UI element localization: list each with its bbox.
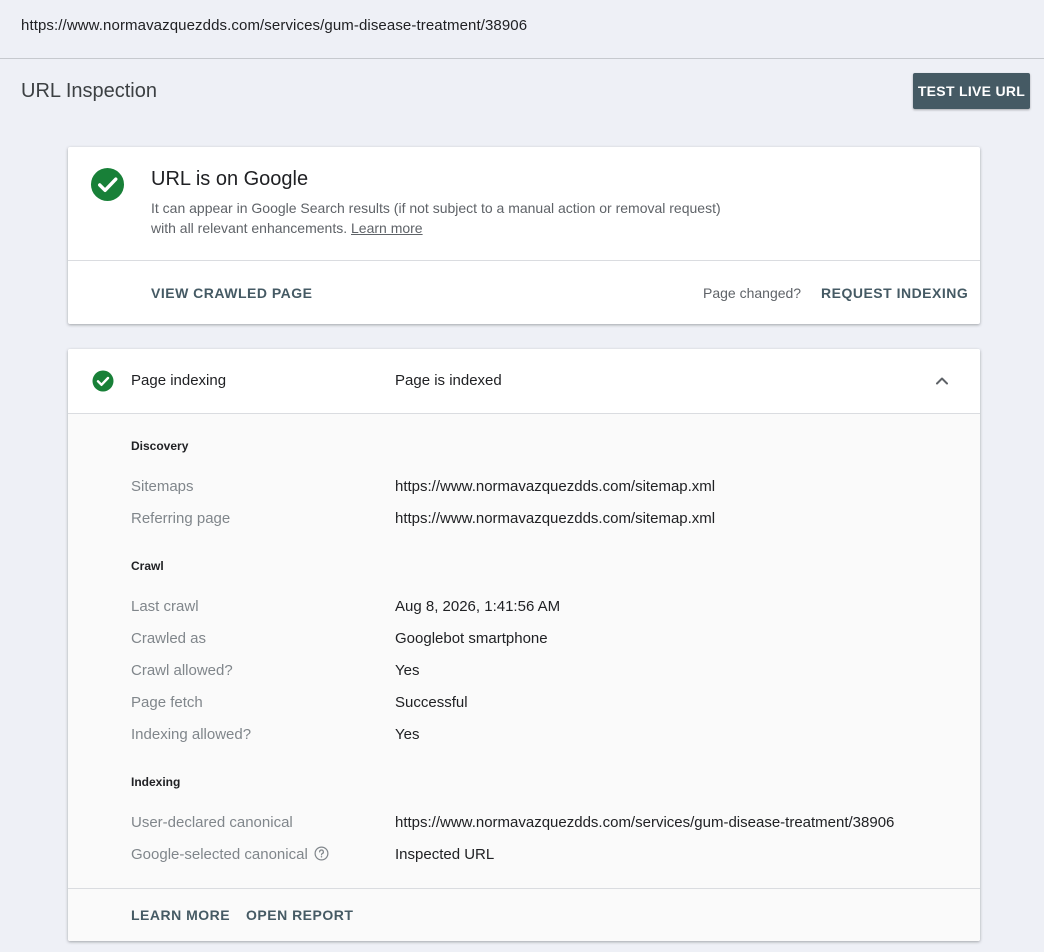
status-description-text: It can appear in Google Search results (… bbox=[151, 200, 721, 236]
section-title-crawl: Crawl bbox=[131, 559, 164, 573]
row-label-page-fetch: Page fetch bbox=[131, 694, 203, 711]
status-card: URL is on Google It can appear in Google… bbox=[68, 147, 980, 324]
chevron-up-icon[interactable] bbox=[934, 373, 950, 389]
row-label-sitemaps: Sitemaps bbox=[131, 478, 194, 495]
row-value-crawl-allowed: Yes bbox=[395, 662, 420, 679]
row-label-user-declared-canonical: User-declared canonical bbox=[131, 814, 293, 831]
view-crawled-page-button[interactable]: VIEW CRAWLED PAGE bbox=[151, 285, 312, 301]
row-value-indexing-allowed: Yes bbox=[395, 726, 420, 743]
row-value-crawled-as: Googlebot smartphone bbox=[395, 630, 548, 647]
status-title: URL is on Google bbox=[151, 168, 309, 190]
row-value-last-crawl: Aug 8, 2026, 1:41:56 AM bbox=[395, 598, 561, 615]
row-value-referring-page[interactable]: https://www.normavazquezdds.com/sitemap.… bbox=[395, 510, 715, 527]
test-live-url-button[interactable]: TEST LIVE URL bbox=[913, 73, 1030, 109]
status-description: It can appear in Google Search results (… bbox=[151, 198, 731, 238]
row-label-indexing-allowed: Indexing allowed? bbox=[131, 726, 252, 743]
inspected-url[interactable]: https://www.normavazquezdds.com/services… bbox=[21, 17, 527, 34]
section-title-discovery: Discovery bbox=[131, 439, 189, 453]
learn-more-button[interactable]: LEARN MORE bbox=[131, 907, 230, 923]
page-indexing-value: Page is indexed bbox=[395, 372, 502, 389]
page-title: URL Inspection bbox=[21, 80, 157, 102]
google-selected-canonical-text: Google-selected canonical bbox=[131, 846, 308, 863]
row-label-crawl-allowed: Crawl allowed? bbox=[131, 662, 233, 679]
row-label-google-selected-canonical: Google-selected canonical bbox=[131, 846, 329, 863]
page-indexing-header[interactable]: Page indexing Page is indexed bbox=[68, 349, 980, 413]
page-indexing-card: Page indexing Page is indexed Discovery … bbox=[68, 349, 980, 941]
section-title-indexing: Indexing bbox=[131, 775, 181, 789]
page-indexing-details: Discovery Sitemaps https://www.normavazq… bbox=[68, 413, 980, 941]
page-indexing-label: Page indexing bbox=[131, 372, 227, 389]
learn-more-link[interactable]: Learn more bbox=[351, 220, 423, 236]
check-circle-icon bbox=[92, 370, 114, 392]
request-indexing-button[interactable]: REQUEST INDEXING bbox=[821, 285, 968, 301]
row-value-page-fetch: Successful bbox=[395, 694, 468, 711]
row-value-google-selected-canonical: Inspected URL bbox=[395, 846, 495, 863]
row-value-user-declared-canonical[interactable]: https://www.normavazquezdds.com/services… bbox=[395, 814, 894, 831]
row-label-crawled-as: Crawled as bbox=[131, 630, 207, 647]
address-bar: https://www.normavazquezdds.com/services… bbox=[0, 0, 1044, 59]
row-value-sitemaps[interactable]: https://www.normavazquezdds.com/sitemap.… bbox=[395, 478, 715, 495]
row-label-last-crawl: Last crawl bbox=[131, 598, 199, 615]
status-card-divider bbox=[68, 260, 980, 261]
page-changed-label: Page changed? bbox=[703, 285, 802, 301]
open-report-button[interactable]: OPEN REPORT bbox=[246, 907, 353, 923]
check-circle-icon bbox=[90, 167, 125, 202]
indexing-footer-divider bbox=[68, 888, 980, 889]
row-label-referring-page: Referring page bbox=[131, 510, 231, 527]
help-circle-icon[interactable] bbox=[314, 846, 329, 861]
